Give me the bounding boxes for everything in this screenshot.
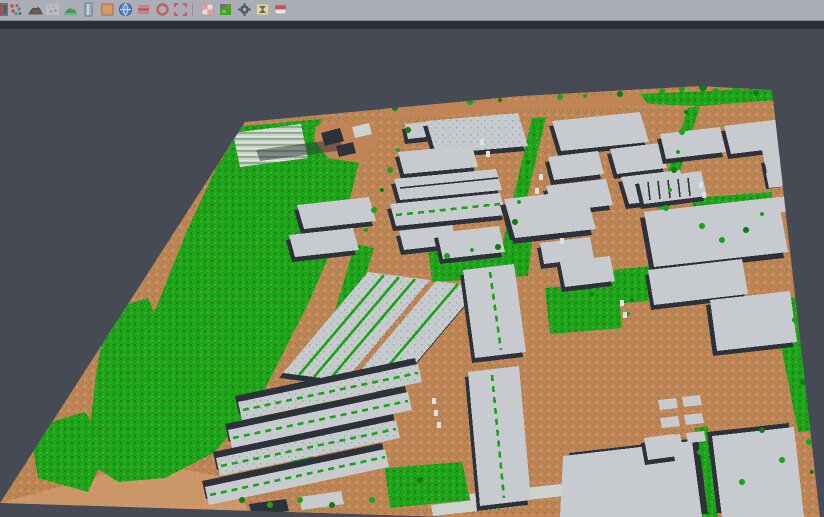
circle-tool-icon[interactable] <box>155 2 170 17</box>
survey-tool-icon[interactable] <box>255 2 270 17</box>
terrain-scene <box>0 0 824 517</box>
viewport-3d[interactable] <box>0 0 824 517</box>
globe-icon[interactable] <box>118 2 133 17</box>
terrain-model-icon[interactable] <box>28 2 43 17</box>
app-window <box>0 0 824 517</box>
toolbar <box>0 0 824 21</box>
texture-icon[interactable] <box>200 2 215 17</box>
layers-icon[interactable] <box>136 2 151 17</box>
classification-icon[interactable] <box>218 2 233 17</box>
selection-bounds-icon[interactable] <box>173 2 188 17</box>
export-icon[interactable] <box>273 2 288 17</box>
settings-gear-icon[interactable] <box>237 2 252 17</box>
toolbar-separator <box>192 3 193 16</box>
profile-icon[interactable] <box>81 2 96 17</box>
sparse-points-icon[interactable] <box>45 2 60 17</box>
surface-model-icon[interactable] <box>63 2 78 17</box>
orthophoto-icon[interactable] <box>100 2 115 17</box>
point-cloud-icon[interactable] <box>8 2 23 17</box>
viewport-top-shade <box>0 21 824 29</box>
